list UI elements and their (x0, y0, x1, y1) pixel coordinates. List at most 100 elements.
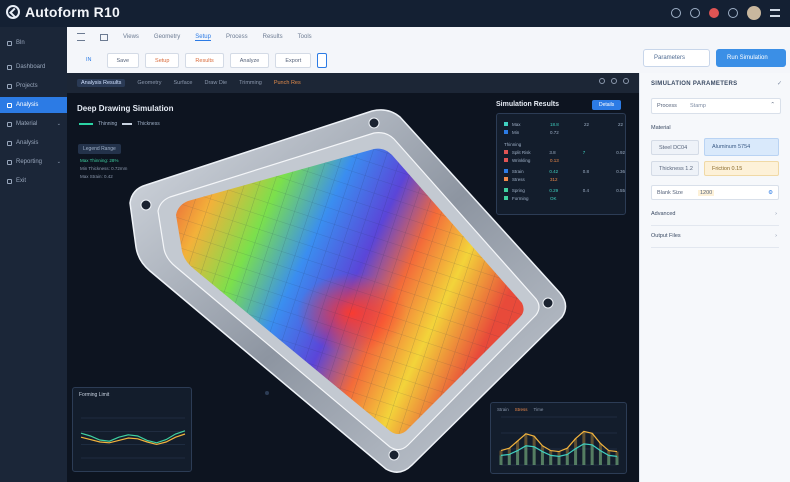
parameters-button[interactable]: Parameters (643, 49, 710, 67)
3d-viewport[interactable]: Analysis Results Geometry Surface Draw D… (67, 73, 639, 482)
viewport-tab-surface[interactable]: Surface (174, 80, 193, 86)
viewport-tab-draw-die[interactable]: Draw Die (204, 80, 227, 86)
forming-limit-chart[interactable]: Forming Limit (72, 387, 192, 472)
result-row: Split Risk 3.8 7 0.92 (497, 148, 625, 156)
sidebar-item-label: Analysis (16, 102, 39, 108)
hamburger-icon[interactable] (77, 33, 85, 41)
result-label: Spring (511, 187, 525, 193)
sidebar-item-home[interactable]: Bln (0, 35, 67, 51)
material-aluminum-button[interactable]: Aluminum 5754 (704, 138, 779, 156)
check-icon[interactable]: ✓ (777, 80, 782, 87)
details-button[interactable]: Details (592, 100, 622, 110)
output-files-row[interactable]: Output Files › (651, 233, 779, 248)
run-simulation-button[interactable]: Run Simulation (716, 49, 786, 67)
settings-icon[interactable] (671, 8, 681, 18)
sidebar-item-projects[interactable]: Projects (0, 78, 67, 94)
result-row: Stress 312 (497, 175, 625, 183)
result-row: Min 0.72 (497, 128, 625, 136)
zoom-icon[interactable] (611, 78, 617, 84)
menu-icon[interactable] (770, 9, 780, 17)
alert-icon[interactable] (709, 8, 719, 18)
select-value: Stamp (690, 103, 706, 109)
right-panel: SIMULATION PARAMETERS ✓ Process Stamp ⌃ … (639, 73, 790, 482)
tab-tools[interactable]: Tools (298, 34, 312, 40)
tab-geometry[interactable]: Geometry (154, 34, 180, 40)
result-label: Wrinkling (512, 157, 531, 163)
tool-buttons: IN Save Setup Results Analyze Export (77, 53, 328, 68)
sidebar-item-material[interactable]: Material ⌄ (0, 116, 67, 132)
result-value: 0.8 (582, 168, 590, 174)
brand: Autoform R10 (6, 4, 120, 20)
sidebar-item-analysis-2[interactable]: Analysis (0, 135, 67, 151)
result-value: 0.55 (616, 187, 625, 193)
sidebar-item-label: Reporting (16, 159, 43, 165)
result-value: 22 (584, 121, 590, 127)
logo-icon (6, 5, 20, 19)
gear-icon[interactable] (728, 8, 738, 18)
tab-setup[interactable]: Setup (195, 34, 211, 41)
panel-header: SIMULATION PARAMETERS (651, 81, 738, 87)
advanced-row[interactable]: Advanced › (651, 211, 779, 226)
viewport-tab-punch[interactable]: Punch Res (274, 80, 301, 86)
setup-button[interactable]: Setup (145, 53, 180, 68)
section-label: Material (651, 125, 671, 131)
forming-limit-plot (80, 417, 186, 459)
dashboard-icon (7, 64, 12, 70)
in-button[interactable]: IN (77, 53, 101, 66)
export-button[interactable]: Export (275, 53, 312, 68)
chevron-down-icon: ⌃ (770, 102, 775, 108)
analyze-button[interactable]: Analyze (229, 53, 270, 68)
result-label: Strain (511, 168, 524, 174)
folder-icon[interactable] (100, 33, 108, 41)
sidebar-item-label: Analysis (16, 140, 39, 146)
tab-results[interactable]: Results (263, 34, 283, 40)
exit-icon (7, 178, 12, 184)
sidebar-item-analysis[interactable]: Analysis (0, 97, 67, 113)
fit-icon[interactable] (623, 78, 629, 84)
result-row: Spring 0.29 0.4 0.55 (497, 186, 625, 194)
bell-icon[interactable] (690, 8, 700, 18)
row-label: Advanced (651, 211, 676, 217)
field-value: 1200 (698, 190, 715, 196)
sidebar-item-label: Material (16, 121, 38, 127)
result-row: Wrinkling 0.13 (497, 156, 625, 164)
view-toggle-icon[interactable] (317, 53, 328, 68)
swatch (504, 196, 508, 200)
avatar[interactable] (747, 6, 761, 20)
result-label: Min (512, 129, 520, 135)
blank-size-field[interactable]: Blank Size 1200 ⚙ (651, 185, 779, 200)
chevron-down-icon: ⌄ (56, 121, 61, 127)
material-steel-button[interactable]: Steel DC04 (651, 140, 699, 155)
sidebar-item-reporting[interactable]: Reporting ⌄ (0, 154, 67, 170)
process-select[interactable]: Process Stamp ⌃ (651, 98, 781, 114)
sidebar-item-exit[interactable]: Exit (0, 173, 67, 189)
results-button[interactable]: Results (185, 53, 224, 68)
results-panel: Max 18.8 22 22 Min 0.72 Thinning Split Risk 3… (496, 113, 626, 215)
thickness-button[interactable]: Thickness 1.2 (651, 161, 699, 176)
swatch (504, 169, 508, 173)
chevron-right-icon: › (775, 233, 777, 239)
tab-bar: Views Geometry Setup Process Results Too… (77, 33, 312, 41)
viewport-tab-analysis[interactable]: Analysis Results (77, 79, 126, 87)
swatch (504, 130, 508, 134)
result-value: 22 (618, 121, 624, 127)
result-row: Forming OK (497, 194, 625, 202)
friction-button[interactable]: Friction 0.15 (704, 161, 779, 176)
sidebar-item-dashboard[interactable]: Dashboard (0, 59, 67, 75)
settings-icon[interactable]: ⚙ (768, 190, 773, 196)
result-value: 0.13 (550, 157, 559, 163)
chart-icon (7, 102, 12, 108)
tab-views[interactable]: Views (123, 34, 139, 40)
result-value: 312 (550, 176, 558, 182)
save-button[interactable]: Save (106, 53, 140, 68)
rotate-icon[interactable] (599, 78, 605, 84)
tab-process[interactable]: Process (226, 34, 248, 40)
viewport-tab-trimming[interactable]: Trimming (239, 80, 262, 86)
strain-stress-chart[interactable]: Strain Stress Time (490, 402, 627, 474)
viewport-tab-geometry[interactable]: Geometry (137, 80, 161, 86)
results-title: Simulation Results (496, 101, 560, 108)
strain-stress-plot (499, 416, 619, 466)
home-icon (7, 40, 12, 46)
report-icon (7, 159, 12, 165)
swatch (504, 188, 508, 192)
